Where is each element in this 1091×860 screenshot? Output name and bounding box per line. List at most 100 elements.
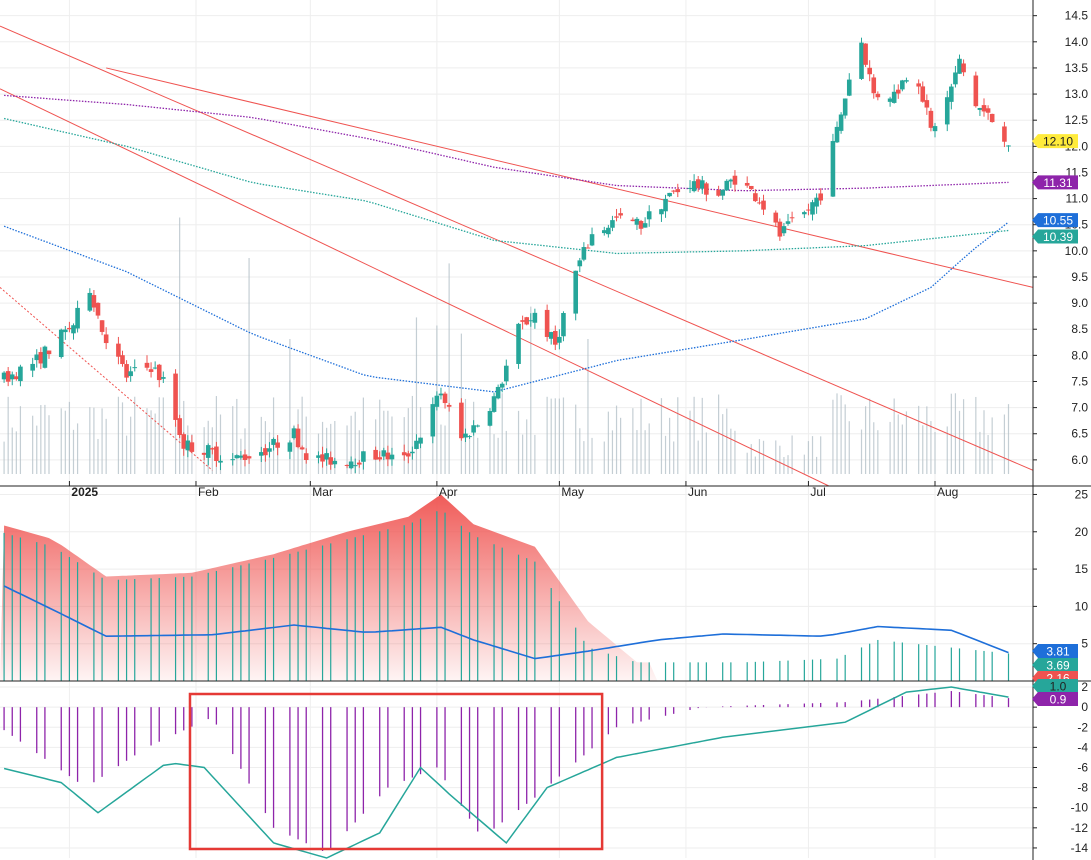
volume-bar — [125, 435, 128, 474]
volume-bar — [669, 417, 671, 474]
volume-bar — [501, 393, 503, 474]
value-tag-label: 12.10 — [1043, 135, 1073, 149]
candle-body — [695, 179, 701, 189]
volume-bar — [673, 441, 675, 474]
candle-body — [830, 141, 836, 197]
volume-bar — [236, 398, 238, 474]
candle-body — [71, 325, 76, 334]
price-axis-tick-label: 8.5 — [1071, 322, 1088, 336]
candle-body — [638, 220, 644, 229]
candle-body — [418, 437, 423, 444]
candle-body — [30, 363, 35, 371]
volume-bar — [705, 432, 707, 474]
volume-bar — [730, 428, 732, 474]
time-axis-tick-label: Aug — [937, 485, 958, 499]
volume-bar — [40, 405, 42, 474]
time-axis-tick-label: Mar — [312, 485, 333, 499]
price-axis-tick-label: 7.5 — [1071, 374, 1088, 388]
candle-body — [503, 365, 509, 382]
candle-body — [95, 302, 101, 316]
indicator2-axis-tick-label: -4 — [1077, 740, 1088, 754]
indicator1-axis-tick-label: 10 — [1075, 599, 1089, 613]
indicator2-axis-tick-label: -14 — [1071, 841, 1089, 855]
candle-body — [467, 436, 472, 438]
volume-bar — [272, 397, 275, 474]
candle-body — [704, 183, 709, 195]
candle-body — [924, 100, 930, 108]
volume-bar — [97, 438, 99, 474]
candle-body — [663, 198, 668, 212]
candle-body — [891, 91, 897, 103]
candle-body — [753, 193, 758, 202]
stock-chart[interactable]: 6.06.57.07.58.08.59.09.510.010.511.011.5… — [0, 0, 1091, 860]
candle-body — [777, 221, 783, 237]
volume-bar — [411, 395, 413, 474]
indicator2-axis-tick-label: 2 — [1081, 680, 1088, 694]
candle-body — [438, 393, 444, 396]
candle-body — [552, 330, 558, 345]
candle-body — [691, 181, 697, 192]
candle-body — [606, 227, 611, 235]
candle-body — [410, 451, 415, 454]
candle-body — [871, 77, 877, 94]
candle-body — [585, 247, 591, 249]
candle-body — [875, 93, 881, 98]
volume-bar — [987, 435, 989, 474]
candle-body — [5, 371, 11, 382]
candle-body — [63, 329, 68, 333]
candle-body — [814, 197, 819, 207]
candle-body — [818, 193, 823, 201]
candle-body — [601, 230, 607, 234]
candle-body — [238, 455, 244, 458]
volume-bar — [975, 396, 977, 474]
candle-body — [352, 465, 358, 467]
volume-bar — [583, 441, 585, 474]
volume-bar — [60, 408, 62, 474]
volume-bar — [983, 410, 985, 474]
volume-bar — [611, 430, 614, 474]
volume-bar — [117, 396, 120, 474]
indicator2-axis-tick-label: -2 — [1077, 720, 1088, 734]
candle-body — [557, 336, 562, 343]
volume-bar — [72, 429, 75, 474]
candle-body — [973, 75, 979, 107]
volume-bar — [607, 411, 609, 474]
signal-line — [3, 686, 1009, 859]
volume-bar — [158, 397, 160, 474]
volume-bar — [718, 394, 720, 474]
volume-bars — [3, 217, 1010, 474]
candle-body — [348, 461, 354, 469]
candle-body — [581, 247, 587, 260]
volume-bar — [950, 393, 952, 474]
candle-body — [528, 320, 534, 322]
value-tag-label: 3.69 — [1046, 659, 1070, 673]
candle-body — [895, 89, 901, 94]
candle-body — [214, 446, 219, 461]
volume-bar — [383, 410, 385, 474]
candle-body — [430, 404, 436, 437]
candle-body — [332, 460, 338, 465]
candle-body — [401, 452, 407, 456]
candle-body — [842, 98, 848, 116]
candle-body — [642, 223, 648, 228]
volume-bar — [1007, 404, 1010, 474]
volume-bar — [534, 434, 536, 474]
volume-bar — [930, 421, 932, 474]
candle-body — [675, 189, 681, 193]
volume-bar — [816, 456, 818, 474]
candle-body — [944, 97, 950, 125]
candle-body — [385, 452, 391, 460]
candle-body — [806, 209, 811, 211]
candle-body — [548, 332, 554, 339]
time-axis-tick-label: Jun — [688, 485, 707, 499]
volume-bar — [7, 396, 9, 474]
volume-bar — [869, 398, 871, 474]
candle-body — [646, 211, 652, 220]
volume-bar — [775, 440, 777, 474]
candle-body — [687, 187, 693, 189]
candle-body — [724, 180, 730, 191]
indicator-1-panel — [0, 494, 1010, 681]
time-axis-tick-label: Jul — [810, 485, 825, 499]
indicator2-axis-tick-label: 0 — [1081, 700, 1088, 714]
candle-body — [38, 352, 44, 364]
